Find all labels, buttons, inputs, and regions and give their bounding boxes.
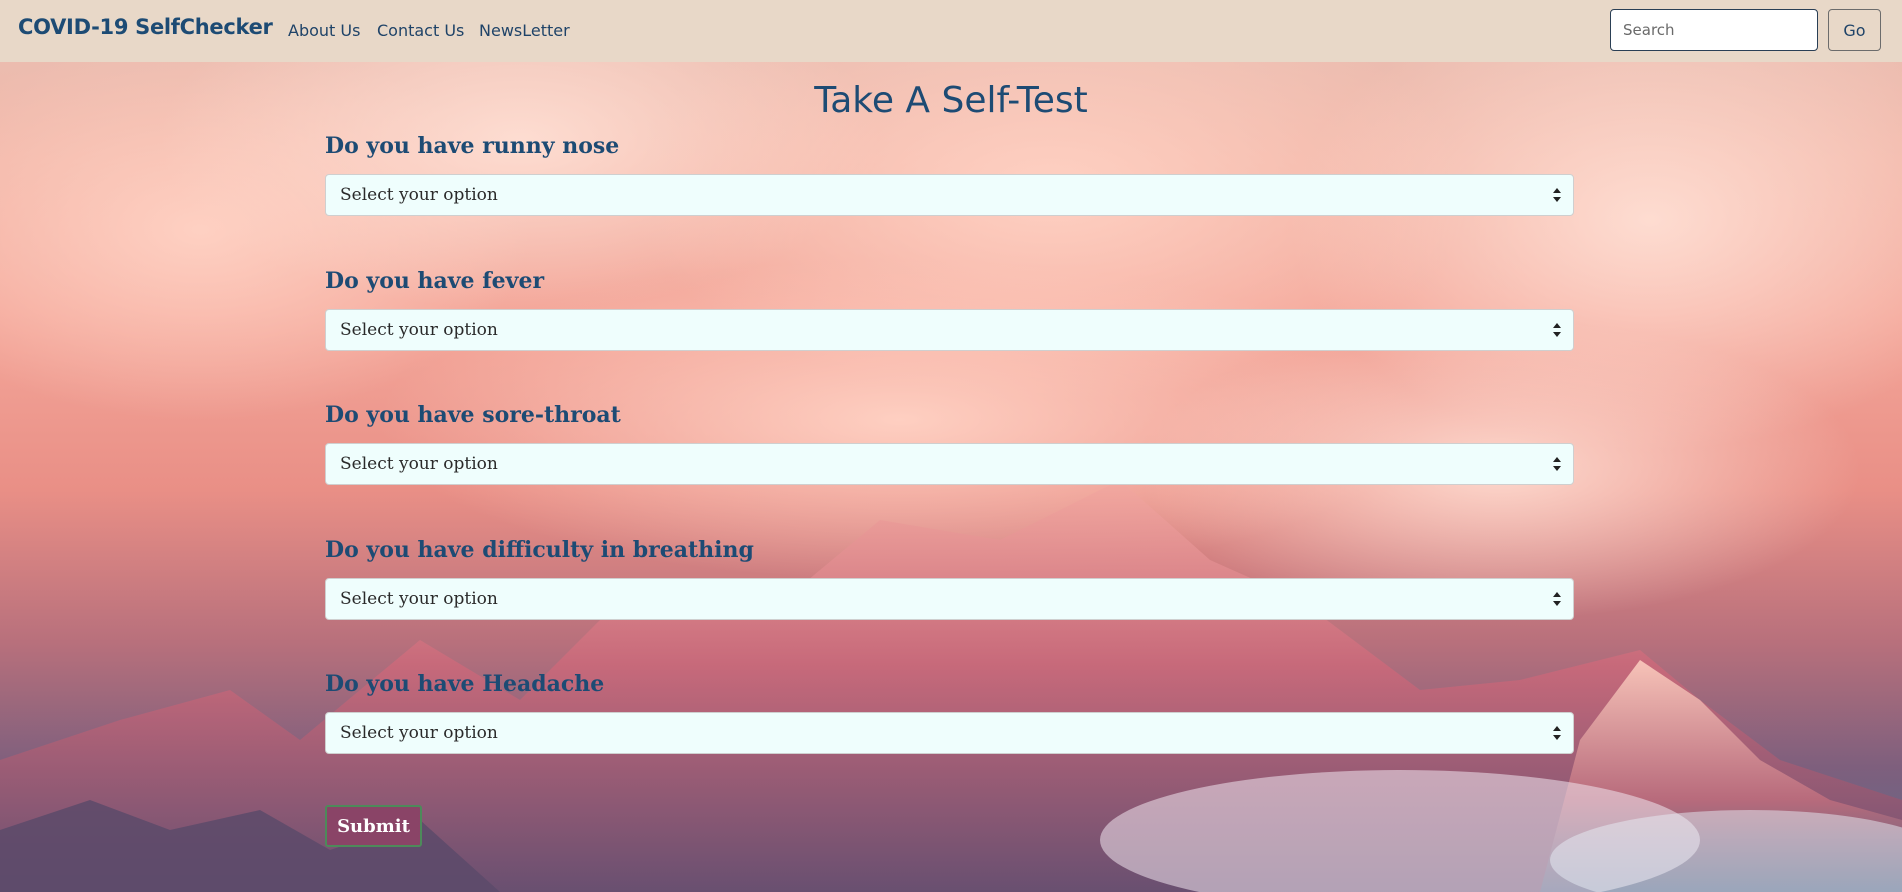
go-button[interactable]: Go — [1828, 9, 1881, 51]
question-label-fever: Do you have fever — [325, 268, 545, 294]
nav-link-contact-us[interactable]: Contact Us — [377, 21, 464, 40]
brand-logo[interactable]: COVID-19 SelfChecker — [18, 15, 273, 39]
select-sore-throat[interactable]: Select your option — [325, 443, 1574, 485]
page-title: Take A Self-Test — [814, 80, 1088, 121]
select-sore-throat-value: Select your option — [340, 454, 498, 474]
select-difficulty-breathing[interactable]: Select your option — [325, 578, 1574, 620]
select-fever[interactable]: Select your option — [325, 309, 1574, 351]
question-label-sore-throat: Do you have sore-throat — [325, 402, 621, 428]
question-label-headache: Do you have Headache — [325, 671, 605, 697]
select-headache[interactable]: Select your option — [325, 712, 1574, 754]
select-headache-value: Select your option — [340, 723, 498, 743]
select-headache-wrapper: Select your option — [325, 712, 1574, 754]
submit-button[interactable]: Submit — [325, 805, 422, 847]
nav-link-newsletter[interactable]: NewsLetter — [479, 21, 570, 40]
top-navbar: COVID-19 SelfChecker About Us Contact Us… — [0, 0, 1902, 62]
nav-link-about-us[interactable]: About Us — [288, 21, 360, 40]
select-difficulty-breathing-value: Select your option — [340, 589, 498, 609]
select-fever-value: Select your option — [340, 320, 498, 340]
select-sore-throat-wrapper: Select your option — [325, 443, 1574, 485]
question-label-difficulty-breathing: Do you have difficulty in breathing — [325, 537, 754, 563]
question-label-runny-nose: Do you have runny nose — [325, 133, 620, 159]
select-runny-nose-wrapper: Select your option — [325, 174, 1574, 216]
select-runny-nose[interactable]: Select your option — [325, 174, 1574, 216]
search-input[interactable] — [1610, 9, 1818, 51]
select-fever-wrapper: Select your option — [325, 309, 1574, 351]
select-difficulty-breathing-wrapper: Select your option — [325, 578, 1574, 620]
select-runny-nose-value: Select your option — [340, 185, 498, 205]
